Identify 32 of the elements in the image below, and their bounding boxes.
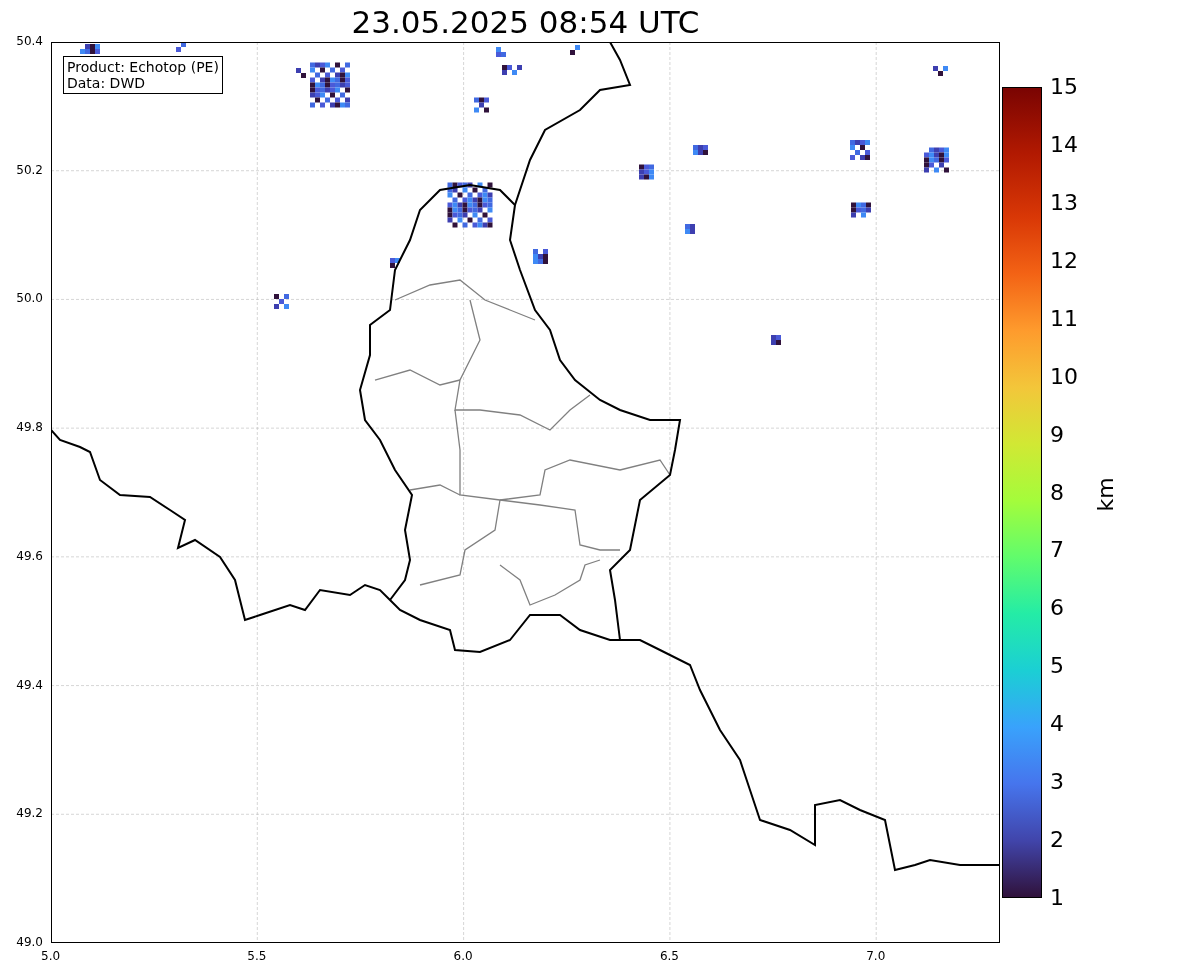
y-tick-label: 50.0 — [16, 291, 43, 306]
x-tick-label: 6.5 — [659, 949, 679, 963]
info-text: Product: Echotop (PE) — [67, 59, 219, 75]
colorbar-tick-label: 4 — [1050, 713, 1064, 736]
colorbar-label: km — [1092, 477, 1118, 512]
chart-title: 23.05.2025 08:54 UTC — [351, 4, 700, 40]
colorbar-tick-label: 8 — [1050, 481, 1064, 504]
y-tick-label: 49.2 — [16, 806, 43, 821]
colorbar-tick-label: 3 — [1050, 771, 1064, 794]
x-tick-label: 5.0 — [41, 949, 61, 963]
colorbar-tick-label: 2 — [1050, 829, 1064, 852]
colorbar-tick-label: 14 — [1050, 133, 1078, 156]
colorbar-tick-label: 1 — [1050, 887, 1064, 909]
colorbar-tick-label: 13 — [1050, 191, 1078, 214]
info-text: Data: DWD — [67, 75, 146, 91]
colorbar-tick-label: 10 — [1050, 365, 1078, 388]
y-tick-label: 49.4 — [16, 677, 43, 692]
y-tick-label: 49.6 — [16, 548, 43, 563]
y-tick-label: 50.4 — [16, 34, 43, 48]
x-tick-label: 7.0 — [866, 949, 886, 963]
colorbar-tick-label: 7 — [1050, 539, 1064, 562]
colorbar-tick-label: 12 — [1050, 249, 1078, 272]
y-tick-label: 49.0 — [16, 935, 43, 949]
colorbar-tick-label: 5 — [1050, 655, 1064, 678]
colorbar-tick-label: 15 — [1050, 76, 1078, 98]
y-tick-label: 50.2 — [16, 162, 43, 177]
colorbar-tick-label: 11 — [1050, 307, 1078, 330]
y-tick-label: 49.8 — [16, 420, 43, 435]
colorbar-tick-label: 9 — [1050, 423, 1064, 446]
x-tick-label: 6.0 — [453, 949, 473, 963]
x-tick-label: 5.5 — [247, 949, 267, 963]
colorbar-tick-label: 6 — [1050, 597, 1064, 620]
